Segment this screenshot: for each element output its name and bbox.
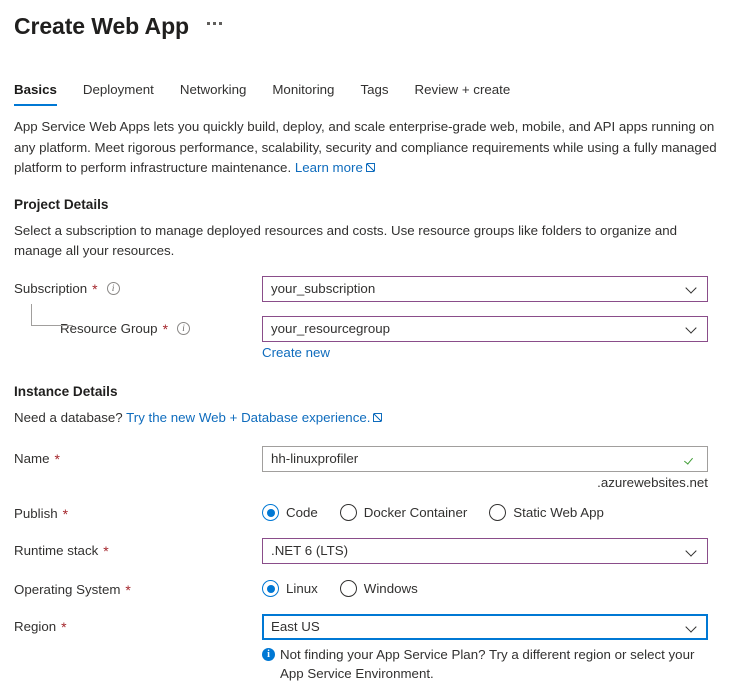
ellipsis-dot (219, 22, 222, 25)
name-input[interactable]: hh-linuxprofiler (262, 446, 708, 472)
external-link-icon (366, 163, 375, 172)
publish-option-code[interactable]: Code (262, 504, 318, 521)
publish-option-static-web-app[interactable]: Static Web App (489, 504, 604, 521)
name-label-group: Name * (14, 446, 262, 468)
operating-system-option-linux[interactable]: Linux (262, 580, 318, 597)
required-indicator: * (162, 322, 168, 336)
ellipsis-dot (213, 22, 216, 25)
subscription-select[interactable]: your_subscription (262, 276, 708, 302)
runtime-stack-select[interactable]: .NET 6 (LTS) (262, 538, 708, 564)
intro-description: App Service Web Apps lets you quickly bu… (14, 117, 726, 179)
database-prompt-row: Need a database? Try the new Web + Datab… (14, 408, 714, 429)
tab-bar: Basics Deployment Networking Monitoring … (0, 74, 754, 106)
info-icon[interactable]: i (177, 322, 190, 335)
operating-system-option-windows[interactable]: Windows (340, 580, 418, 597)
chevron-down-icon (686, 546, 697, 557)
subscription-label-group: Subscription * i (14, 276, 262, 298)
info-icon[interactable]: i (107, 282, 120, 295)
publish-label-group: Publish * (14, 501, 262, 523)
operating-system-label: Operating System (14, 581, 120, 599)
required-indicator: * (91, 282, 97, 296)
learn-more-link[interactable]: Learn more (295, 160, 375, 175)
operating-system-radio-group: Linux Windows (262, 577, 740, 597)
tab-basics[interactable]: Basics (14, 81, 70, 106)
required-indicator: * (124, 583, 130, 597)
project-details-description: Select a subscription to manage deployed… (14, 221, 714, 262)
titlebar: Create Web App (0, 0, 754, 44)
publish-row: Publish * Code Docker Container Static W… (14, 501, 740, 523)
operating-system-option-windows-label: Windows (364, 581, 418, 596)
learn-more-label: Learn more (295, 160, 363, 175)
radio-icon-selected[interactable] (262, 580, 279, 597)
name-field-col: hh-linuxprofiler .azurewebsites.net (262, 446, 740, 490)
region-select[interactable]: East US (262, 614, 708, 640)
runtime-stack-label: Runtime stack (14, 542, 98, 560)
runtime-stack-row: Runtime stack * .NET 6 (LTS) (14, 538, 740, 564)
radio-icon[interactable] (489, 504, 506, 521)
web-database-experience-link[interactable]: Try the new Web + Database experience. (126, 410, 382, 425)
resource-group-value: your_resourcegroup (271, 317, 686, 341)
ellipsis-dot (207, 22, 210, 25)
publish-option-code-label: Code (286, 505, 318, 520)
name-domain-suffix: .azurewebsites.net (262, 475, 708, 490)
region-field-col: East US i Not finding your App Service P… (262, 614, 740, 683)
project-details-heading: Project Details (14, 197, 740, 212)
more-menu-icon[interactable] (203, 16, 226, 36)
operating-system-option-linux-label: Linux (286, 581, 318, 596)
radio-icon-selected[interactable] (262, 504, 279, 521)
name-label: Name (14, 450, 49, 468)
required-indicator: * (62, 507, 68, 521)
create-new-resource-group-link[interactable]: Create new (262, 345, 740, 360)
name-row: Name * hh-linuxprofiler .azurewebsites.n… (14, 446, 740, 490)
region-value: East US (271, 615, 686, 639)
runtime-stack-value: .NET 6 (LTS) (271, 539, 686, 563)
tab-deployment[interactable]: Deployment (70, 81, 167, 106)
publish-radio-group: Code Docker Container Static Web App (262, 501, 740, 521)
subscription-value: your_subscription (271, 277, 686, 301)
web-database-experience-label: Try the new Web + Database experience. (126, 410, 370, 425)
tab-monitoring[interactable]: Monitoring (259, 81, 347, 106)
runtime-stack-label-group: Runtime stack * (14, 538, 262, 560)
form-content: App Service Web Apps lets you quickly bu… (0, 117, 754, 683)
resource-group-label: Resource Group (60, 320, 158, 338)
tab-tags[interactable]: Tags (347, 81, 401, 106)
publish-option-docker-container-label: Docker Container (364, 505, 467, 520)
subscription-label: Subscription (14, 280, 87, 298)
required-indicator: * (102, 544, 108, 558)
publish-option-docker-container[interactable]: Docker Container (340, 504, 467, 521)
required-indicator: * (60, 620, 66, 634)
region-label: Region (14, 618, 56, 636)
required-indicator: * (53, 452, 59, 466)
region-info-message-text: Not finding your App Service Plan? Try a… (280, 645, 702, 683)
external-link-icon (373, 413, 382, 422)
subscription-field-col: your_subscription (262, 276, 740, 302)
tab-networking[interactable]: Networking (167, 81, 260, 106)
instance-details-heading: Instance Details (14, 384, 740, 399)
chevron-down-icon (686, 622, 697, 633)
publish-label: Publish (14, 505, 58, 523)
resource-group-field-col: your_resourcegroup Create new (262, 316, 740, 360)
operating-system-label-group: Operating System * (14, 577, 262, 599)
operating-system-row: Operating System * Linux Windows (14, 577, 740, 599)
resource-group-select[interactable]: your_resourcegroup (262, 316, 708, 342)
radio-icon[interactable] (340, 580, 357, 597)
info-circle-icon: i (262, 648, 275, 661)
region-label-group: Region * (14, 614, 262, 636)
region-info-message: i Not finding your App Service Plan? Try… (262, 645, 702, 683)
chevron-down-icon (686, 283, 697, 294)
resource-group-label-group: Resource Group * i (14, 316, 262, 338)
validation-check-icon (685, 452, 699, 466)
runtime-stack-field-col: .NET 6 (LTS) (262, 538, 740, 564)
page-title: Create Web App (14, 11, 189, 41)
chevron-down-icon (686, 323, 697, 334)
database-prompt-text: Need a database? (14, 410, 123, 425)
subscription-row: Subscription * i your_subscription (14, 276, 740, 302)
tab-review-create[interactable]: Review + create (402, 81, 524, 106)
name-value: hh-linuxprofiler (271, 447, 685, 471)
resource-group-row: Resource Group * i your_resourcegroup Cr… (14, 316, 740, 360)
region-row: Region * East US i Not finding your App … (14, 614, 740, 683)
radio-icon[interactable] (340, 504, 357, 521)
publish-option-static-web-app-label: Static Web App (513, 505, 604, 520)
